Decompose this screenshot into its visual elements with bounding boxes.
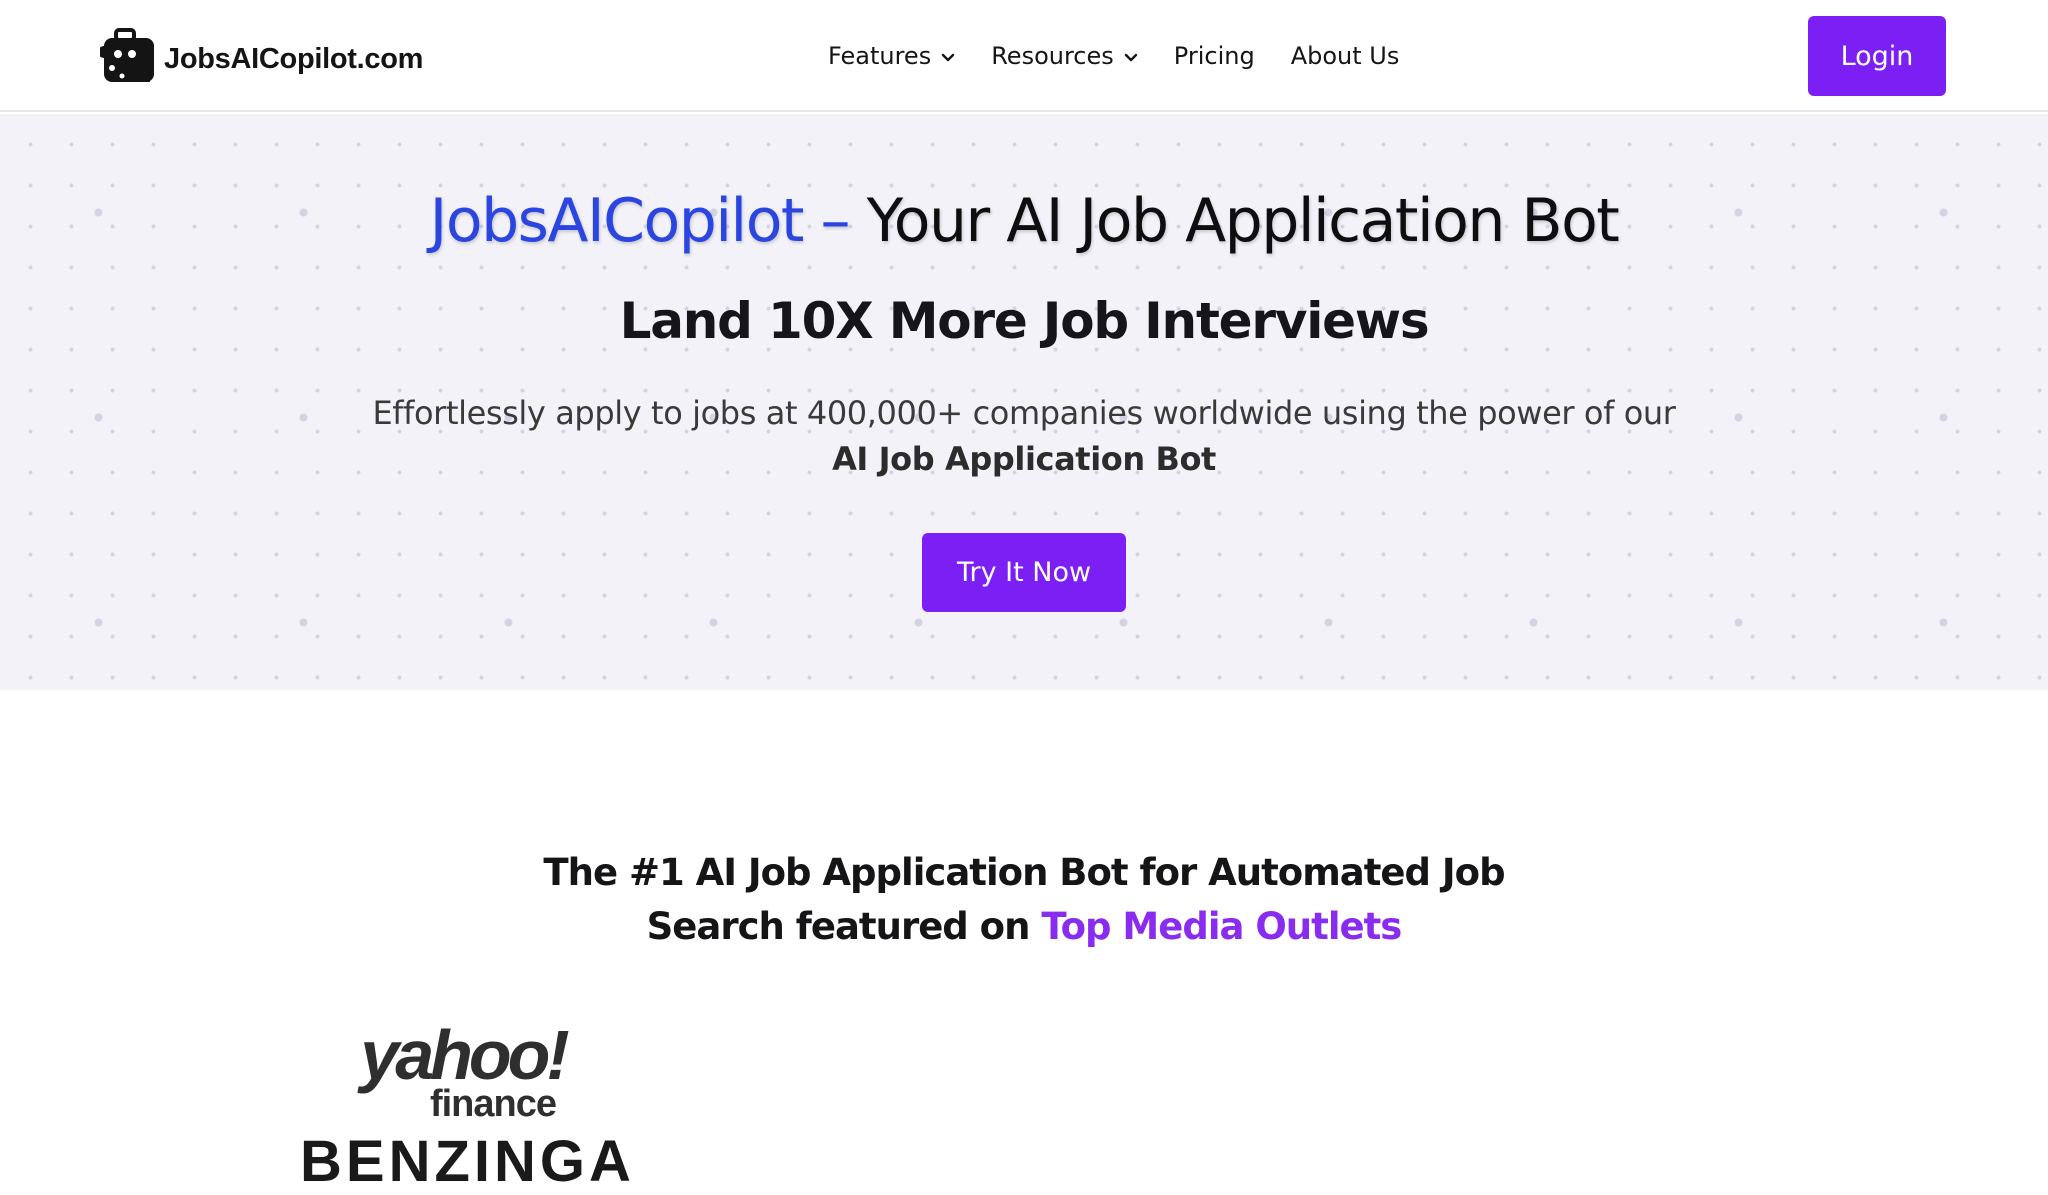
- brand-name: JobsAICopilot.com: [164, 42, 424, 75]
- hero-description: Effortlessly apply to jobs at 400,000+ c…: [0, 390, 2048, 482]
- login-button[interactable]: Login: [1808, 16, 1946, 96]
- nav-item-label: Features: [828, 42, 932, 70]
- hero-section: JobsAICopilot – Your AI Job Application …: [0, 114, 2048, 690]
- main-nav: Features Resources Pricing About Us: [828, 34, 1399, 78]
- featured-heading-line2: Search featured on: [646, 905, 1042, 948]
- yahoo-logo-line1: yahoo!: [360, 1016, 569, 1094]
- hero-subtitle: Land 10X More Job Interviews: [619, 292, 1430, 350]
- nav-item-label: Pricing: [1173, 42, 1255, 70]
- hero-title-accent: JobsAICopilot –: [429, 186, 851, 256]
- top-navbar: JobsAICopilot.com Features Resources Pri…: [0, 0, 2048, 112]
- briefcase-robot-icon: [100, 28, 154, 82]
- nav-item-pricing[interactable]: Pricing: [1174, 42, 1255, 70]
- hero-title-rest: Your AI Job Application Bot: [849, 186, 1620, 256]
- featured-heading-accent: Top Media Outlets: [1041, 905, 1402, 948]
- featured-heading-line1: The #1 AI Job Application Bot for Automa…: [543, 851, 1505, 894]
- yahoo-finance-logo: yahoo! finance: [338, 1016, 588, 1123]
- hero-description-text: Effortlessly apply to jobs at 400,000+ c…: [372, 394, 1676, 432]
- try-it-now-button[interactable]: Try It Now: [922, 533, 1126, 612]
- benzinga-logo: BENZINGA: [300, 1129, 635, 1194]
- nav-item-resources[interactable]: Resources: [991, 42, 1138, 70]
- brand-logo-link[interactable]: JobsAICopilot.com: [100, 28, 423, 84]
- nav-item-label: Resources: [991, 42, 1114, 70]
- nav-item-label: About Us: [1290, 42, 1400, 70]
- hero-title: JobsAICopilot – Your AI Job Application …: [0, 186, 2048, 256]
- hero-description-bold: AI Job Application Bot: [832, 440, 1216, 478]
- featured-heading: The #1 AI Job Application Bot for Automa…: [0, 846, 2048, 954]
- chevron-down-icon: [1124, 53, 1137, 62]
- nav-item-about-us[interactable]: About Us: [1291, 42, 1400, 70]
- chevron-down-icon: [942, 53, 955, 62]
- nav-item-features[interactable]: Features: [828, 42, 955, 70]
